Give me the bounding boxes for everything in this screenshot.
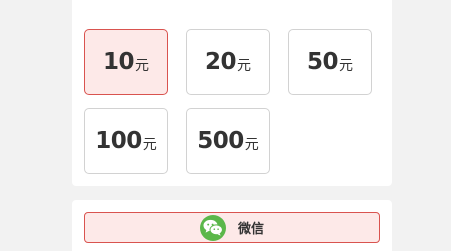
- amount-unit: 元: [142, 137, 157, 153]
- amount-value: 50: [306, 49, 339, 75]
- amount-option-50[interactable]: 50 元: [288, 29, 372, 95]
- payment-method-label: 微信: [237, 222, 264, 237]
- amount-grid: 10 元 20 元 50 元 100 元 500 元: [84, 29, 372, 174]
- amount-value: 10: [102, 49, 135, 75]
- amount-unit: 元: [244, 137, 259, 153]
- amount-option-20[interactable]: 20 元: [186, 29, 270, 95]
- amount-value: 100: [95, 128, 142, 154]
- amount-unit: 元: [339, 58, 353, 74]
- amount-value: 20: [204, 49, 237, 75]
- amount-unit: 元: [237, 58, 251, 74]
- payment-method-card: 微信: [72, 200, 392, 251]
- amount-unit: 元: [135, 58, 149, 74]
- payment-option-wechat[interactable]: 微信: [84, 212, 380, 243]
- amount-option-10[interactable]: 10 元: [84, 29, 168, 95]
- amount-option-100[interactable]: 100 元: [84, 108, 168, 174]
- amount-selection-card: 10 元 20 元 50 元 100 元 500 元: [72, 0, 392, 186]
- wechat-bubbles-icon: [203, 219, 223, 236]
- wechat-icon: [199, 214, 226, 241]
- amount-value: 500: [197, 128, 244, 154]
- amount-option-500[interactable]: 500 元: [186, 108, 270, 174]
